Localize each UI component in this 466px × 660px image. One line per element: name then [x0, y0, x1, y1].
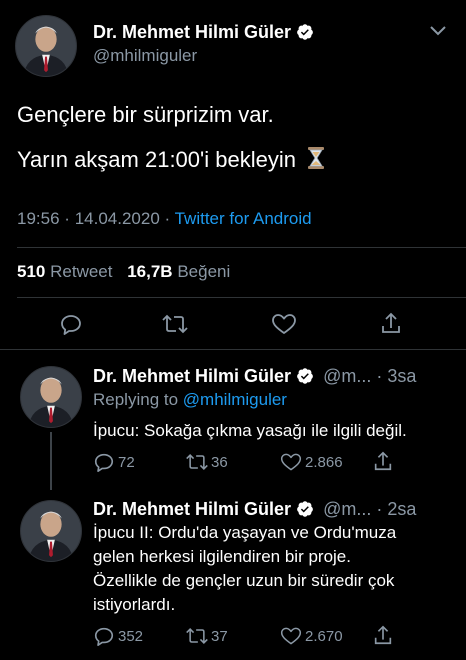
reply-text: İpucu: Sokağa çıkma yasağı ile ilgili de… — [93, 421, 407, 440]
handle[interactable]: @m... — [323, 499, 371, 519]
like-count: 2.670 — [305, 627, 343, 645]
meta-separator: · — [164, 209, 171, 228]
share-button[interactable] — [372, 624, 394, 646]
retweet-count: 37 — [211, 627, 228, 645]
reply-text-line-3: Özellikle de gençler uzun bir süredir ço… — [93, 571, 395, 590]
avatar[interactable] — [20, 500, 82, 562]
divider — [0, 349, 466, 350]
share-button[interactable] — [372, 450, 394, 472]
reply-count: 72 — [118, 453, 135, 471]
tweet-time: 19:56 — [17, 209, 60, 228]
tweet-text-line-2: Yarın akşam 21:00'i bekleyin — [17, 145, 326, 178]
reply-text-line-1: İpucu II: Ordu'da yaşayan ve Ordu'muza — [93, 523, 397, 542]
time-ago: · 3sa — [376, 366, 417, 386]
share-icon — [374, 625, 392, 645]
reply-icon — [61, 315, 81, 335]
retweet-button[interactable]: 37 — [185, 625, 228, 647]
share-icon — [382, 312, 400, 333]
tweet-meta: 19:56 · 14.04.2020 · Twitter for Android — [17, 208, 312, 230]
retweet-button[interactable]: 36 — [185, 451, 228, 473]
reply-header: Dr. Mehmet Hilmi Güler @m... · 2sa — [93, 497, 453, 524]
reply-icon — [94, 453, 114, 472]
like-label: Beğeni — [177, 262, 231, 281]
tweet-text-line-2-text: Yarın akşam 21:00'i bekleyin — [17, 147, 296, 172]
main-author[interactable]: Dr. Mehmet Hilmi Güler — [93, 20, 314, 47]
like-icon — [280, 453, 302, 471]
tweet-date: 14.04.2020 — [74, 209, 160, 228]
retweet-count: 36 — [211, 453, 228, 471]
divider — [17, 247, 466, 248]
retweet-icon — [162, 314, 188, 334]
like-count: 2.866 — [305, 453, 343, 471]
reply-text: İpucu II: Ordu'da yaşayan ve Ordu'muza g… — [93, 521, 396, 617]
like-button[interactable] — [271, 312, 297, 336]
reply-count: 352 — [118, 627, 144, 645]
share-icon — [374, 451, 392, 471]
replying-to-handle-link[interactable]: @mhilmiguler — [183, 390, 287, 409]
retweet-icon — [186, 628, 208, 644]
thread-connector-line — [50, 432, 52, 490]
profile-photo — [21, 501, 81, 561]
replying-to-label: Replying to — [93, 390, 179, 409]
engagement-stats: 510 Retweet 16,7B Beğeni — [17, 261, 230, 283]
reply-header: Dr. Mehmet Hilmi Güler @m... · 3sa — [93, 364, 453, 391]
replying-to: Replying to @mhilmiguler — [93, 389, 287, 411]
verified-badge-icon — [296, 367, 314, 391]
like-icon — [272, 314, 296, 334]
avatar[interactable] — [20, 366, 82, 428]
time-ago: · 2sa — [376, 499, 417, 519]
chevron-down-icon[interactable] — [428, 24, 448, 43]
meta-separator: · — [64, 209, 70, 228]
display-name[interactable]: Dr. Mehmet Hilmi Güler — [93, 499, 291, 519]
retweets-stat[interactable]: 510 Retweet — [17, 262, 112, 281]
retweet-count: 510 — [17, 262, 46, 281]
tweet-source-link[interactable]: Twitter for Android — [175, 209, 312, 228]
reply-text-line-4: istiyorlardı. — [93, 595, 176, 614]
reply-button[interactable] — [59, 312, 83, 336]
retweet-button[interactable] — [161, 312, 189, 336]
divider — [17, 297, 466, 298]
reply-text-line-2: gelen herkesi ilgilendiren bir proje. — [93, 547, 351, 566]
reply-icon — [94, 627, 114, 646]
retweet-label: Retweet — [50, 262, 113, 281]
display-name[interactable]: Dr. Mehmet Hilmi Güler — [93, 22, 291, 42]
tweet-text-line-1: Gençlere bir sürprizim var. — [17, 102, 274, 127]
handle[interactable]: @m... — [323, 366, 371, 386]
verified-badge-icon — [296, 23, 314, 47]
handle[interactable]: @mhilmiguler — [93, 45, 197, 67]
reply-button[interactable]: 352 — [93, 625, 143, 647]
avatar[interactable] — [15, 15, 77, 77]
profile-photo — [21, 367, 81, 427]
display-name[interactable]: Dr. Mehmet Hilmi Güler — [93, 366, 291, 386]
hourglass-icon — [306, 146, 326, 178]
like-button[interactable]: 2.866 — [280, 451, 343, 473]
like-count: 16,7B — [127, 262, 173, 281]
like-icon — [280, 627, 302, 645]
profile-photo — [16, 16, 76, 76]
share-button[interactable] — [379, 311, 403, 335]
retweet-icon — [186, 454, 208, 470]
reply-button[interactable]: 72 — [93, 451, 135, 473]
likes-stat[interactable]: 16,7B Beğeni — [127, 262, 230, 281]
like-button[interactable]: 2.670 — [280, 625, 343, 647]
